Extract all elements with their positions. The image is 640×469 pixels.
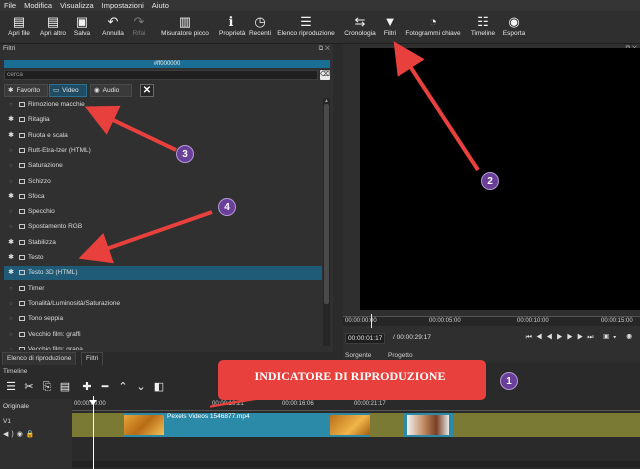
arrow-to-first-filter: [84, 105, 177, 152]
badge-3: 3: [176, 145, 194, 163]
callout-text: INDICATORE DI RIPRODUZIONE: [254, 369, 446, 383]
callout-bubble: INDICATORE DI RIPRODUZIONE: [210, 356, 490, 408]
arrow-to-selected-filter: [78, 210, 213, 264]
badge-2: 2: [481, 172, 499, 190]
arrow-to-filters-button: [393, 41, 480, 172]
badge-4: 4: [218, 198, 236, 216]
callout-shape: [210, 360, 486, 408]
badge-1: 1: [500, 372, 518, 390]
